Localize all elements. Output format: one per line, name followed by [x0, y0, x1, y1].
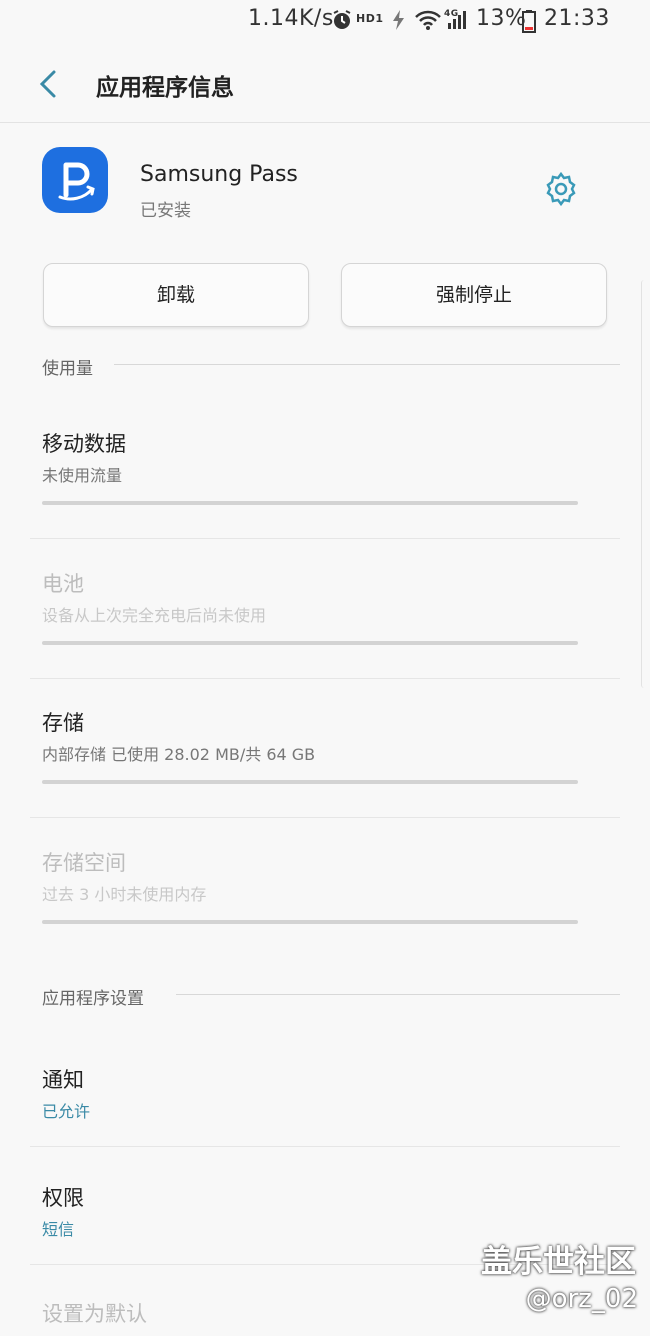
item-title: 移动数据 [42, 432, 126, 456]
app-name: Samsung Pass [140, 162, 298, 187]
force-stop-button[interactable]: 强制停止 [341, 263, 607, 327]
app-bar: 应用程序信息 [0, 50, 650, 123]
item-title: 电池 [42, 572, 84, 596]
section-heading-usage: 使用量 [42, 359, 93, 379]
status-bar: 1.14K/s HD1 4G 13% 21:33 [0, 0, 650, 42]
samsung-pass-logo-icon [58, 162, 95, 201]
battery-percent: 13% [476, 6, 527, 31]
item-title: 权限 [42, 1186, 84, 1210]
usage-bar [42, 920, 578, 924]
app-install-status: 已安装 [140, 201, 191, 221]
section-divider [176, 994, 620, 995]
item-subtitle: 已允许 [42, 1102, 91, 1121]
chevron-left-icon[interactable] [34, 68, 62, 100]
battery-icon [522, 10, 536, 33]
item-subtitle: 未使用流量 [42, 466, 123, 485]
app-icon [42, 147, 108, 213]
scrollbar[interactable] [641, 280, 650, 688]
hd-icon: HD1 [356, 12, 384, 25]
alarm-icon [333, 10, 351, 29]
watermark-user: @orz_02 [525, 1284, 638, 1314]
charging-bolt-icon [393, 10, 404, 30]
usage-bar [42, 501, 578, 505]
uninstall-button[interactable]: 卸载 [43, 263, 309, 327]
item-subtitle: 短信 [42, 1220, 75, 1239]
section-heading-app-settings: 应用程序设置 [42, 989, 144, 1009]
watermark-site: 盖乐世社区 [481, 1244, 636, 1280]
divider [30, 817, 620, 818]
divider [30, 1146, 620, 1147]
divider [30, 678, 620, 679]
page-title: 应用程序信息 [96, 75, 234, 101]
item-title: 通知 [42, 1068, 84, 1092]
clock: 21:33 [544, 6, 610, 31]
usage-bar [42, 641, 578, 645]
item-subtitle: 过去 3 小时未使用内存 [42, 885, 207, 904]
wifi-icon [415, 10, 441, 30]
signal-icon [448, 11, 466, 29]
usage-bar [42, 780, 578, 784]
item-title: 设置为默认 [42, 1302, 147, 1326]
item-subtitle: 设备从上次完全充电后尚未使用 [42, 606, 267, 625]
section-divider [114, 364, 620, 365]
gear-icon[interactable] [543, 171, 579, 207]
divider [30, 538, 620, 539]
item-title: 存储 [42, 711, 84, 735]
item-title: 存储空间 [42, 851, 126, 875]
item-subtitle: 内部存储 已使用 28.02 MB/共 64 GB [42, 745, 316, 764]
network-speed: 1.14K/s [248, 6, 334, 31]
